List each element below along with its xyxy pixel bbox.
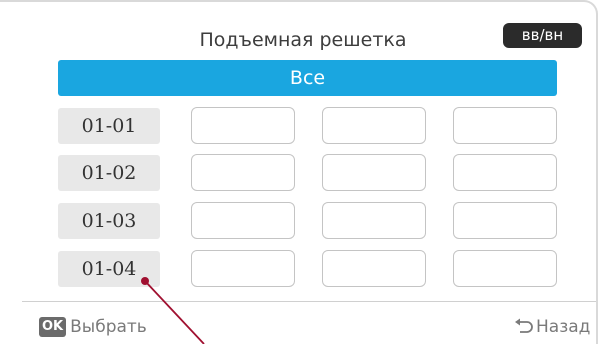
row-label-01-02[interactable]: 01-02 — [58, 155, 160, 191]
ok-select-hint[interactable]: OK Выбрать — [39, 315, 147, 339]
select-all-button[interactable]: Все — [58, 60, 557, 96]
ok-key-icon: OK — [39, 317, 67, 337]
ok-select-label: Выбрать — [70, 317, 147, 337]
back-hint[interactable]: Назад — [514, 315, 590, 339]
grid-cell[interactable] — [322, 107, 426, 144]
grid-cell[interactable] — [453, 250, 557, 287]
grid-cell[interactable] — [191, 154, 295, 191]
footer-divider — [22, 301, 596, 302]
row-label-01-04[interactable]: 01-04 — [58, 251, 160, 287]
grid-cell[interactable] — [453, 107, 557, 144]
grid-cell[interactable] — [191, 107, 295, 144]
mode-toggle-button[interactable]: вв/вн — [503, 23, 582, 48]
back-label: Назад — [536, 317, 591, 337]
grid-cell[interactable] — [322, 250, 426, 287]
grid-cell[interactable] — [191, 250, 295, 287]
grid-cell[interactable] — [453, 202, 557, 239]
back-arrow-icon — [515, 318, 533, 333]
grid-cell[interactable] — [322, 154, 426, 191]
grid-cell[interactable] — [322, 202, 426, 239]
row-label-01-03[interactable]: 01-03 — [58, 203, 160, 239]
grid-cell[interactable] — [191, 202, 295, 239]
grid-cell[interactable] — [453, 154, 557, 191]
row-label-01-01[interactable]: 01-01 — [58, 108, 160, 144]
